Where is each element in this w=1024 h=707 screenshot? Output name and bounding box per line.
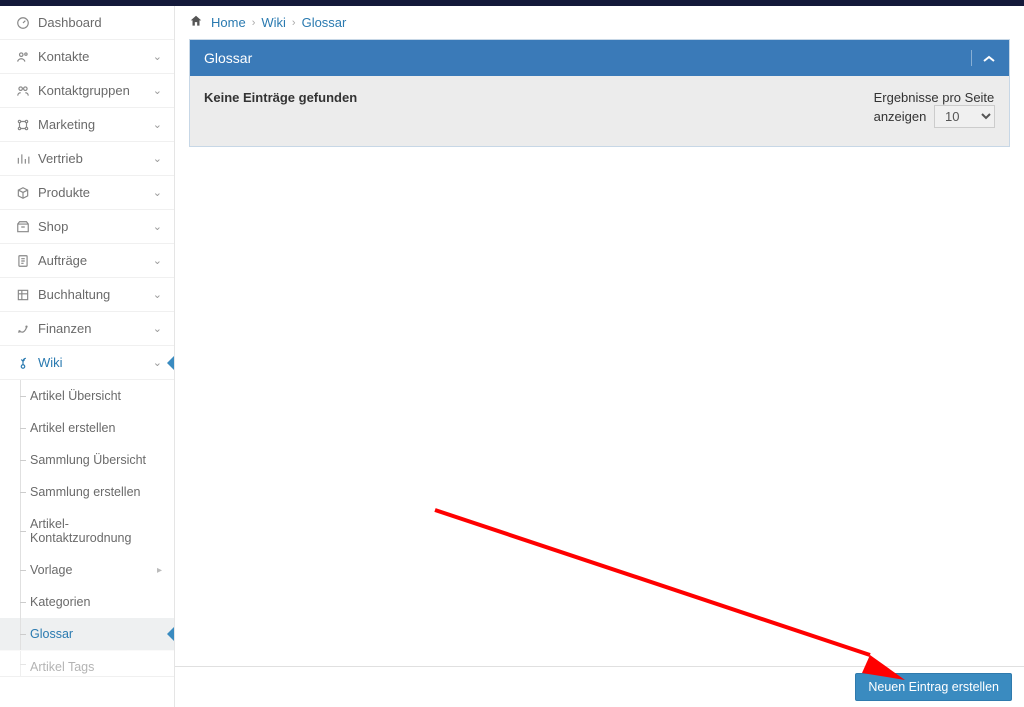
sidebar-label: Marketing xyxy=(38,117,153,132)
shop-icon xyxy=(14,220,32,234)
breadcrumb-separator-icon: › xyxy=(252,17,256,29)
chevron-up-icon xyxy=(983,55,995,63)
breadcrumb-wiki[interactable]: Wiki xyxy=(261,15,286,30)
chevron-down-icon: ⌄ xyxy=(153,84,162,97)
chevron-down-icon: ⌄ xyxy=(153,50,162,63)
breadcrumb-home[interactable]: Home xyxy=(211,15,246,30)
glossar-panel: Glossar Keine Einträge gefunden Ergebnis… xyxy=(189,39,1010,147)
results-per-page-select[interactable]: 10 xyxy=(934,105,995,128)
chevron-down-icon: ⌄ xyxy=(153,254,162,267)
panel-collapse-button[interactable] xyxy=(971,50,995,66)
sidebar-label: Kontaktgruppen xyxy=(38,83,153,98)
sidebar-item-kontakte[interactable]: Kontakte ⌄ xyxy=(0,40,174,74)
sidebar-label: Produkte xyxy=(38,185,153,200)
results-label-line1: Ergebnisse pro Seite xyxy=(874,90,995,105)
subitem-artikel-tags[interactable]: Artikel Tags xyxy=(0,650,174,676)
sidebar-label: Aufträge xyxy=(38,253,153,268)
subitem-label: Artikel Tags xyxy=(30,660,94,674)
subitem-label: Kategorien xyxy=(30,595,90,609)
sidebar-item-buchhaltung[interactable]: Buchhaltung ⌄ xyxy=(0,278,174,312)
subitem-artikel-erstellen[interactable]: Artikel erstellen xyxy=(0,412,174,444)
breadcrumb: Home › Wiki › Glossar xyxy=(175,6,1024,39)
orders-icon xyxy=(14,254,32,268)
subitem-artikel-uebersicht[interactable]: Artikel Übersicht xyxy=(0,380,174,412)
sales-icon xyxy=(14,152,32,166)
accounting-icon xyxy=(14,288,32,302)
sidebar-item-kontaktgruppen[interactable]: Kontaktgruppen ⌄ xyxy=(0,74,174,108)
chevron-down-icon: ⌄ xyxy=(153,118,162,131)
chevron-right-icon: ▸ xyxy=(157,565,162,576)
chevron-down-icon: ⌄ xyxy=(153,322,162,335)
chevron-down-icon: ⌄ xyxy=(153,220,162,233)
results-label-line2: anzeigen xyxy=(874,109,927,124)
subitem-label: Sammlung erstellen xyxy=(30,485,140,499)
subitem-label: Vorlage xyxy=(30,563,72,577)
empty-state-message: Keine Einträge gefunden xyxy=(204,90,874,105)
panel-body: Keine Einträge gefunden Ergebnisse pro S… xyxy=(190,76,1009,146)
sidebar-label: Kontakte xyxy=(38,49,153,64)
chevron-down-icon: ⌄ xyxy=(153,152,162,165)
subitem-artikel-kontaktzuordnung[interactable]: Artikel-Kontaktzurodnung xyxy=(0,508,174,554)
dashboard-icon xyxy=(14,16,32,30)
sidebar-item-dashboard[interactable]: Dashboard xyxy=(0,6,174,40)
marketing-icon xyxy=(14,118,32,132)
sidebar-item-vertrieb[interactable]: Vertrieb ⌄ xyxy=(0,142,174,176)
subitem-glossar[interactable]: Glossar xyxy=(0,618,174,650)
sidebar-label: Wiki xyxy=(38,355,153,370)
home-icon[interactable] xyxy=(189,14,203,31)
wiki-submenu: Artikel Übersicht Artikel erstellen Samm… xyxy=(0,380,174,677)
subitem-label: Artikel-Kontaktzurodnung xyxy=(30,517,162,545)
main-sidebar: Dashboard Kontakte ⌄ Kontaktgruppen ⌄ Ma… xyxy=(0,6,175,707)
panel-title: Glossar xyxy=(204,50,971,66)
chevron-down-icon: ⌄ xyxy=(153,356,162,369)
subitem-label: Sammlung Übersicht xyxy=(30,453,146,467)
subitem-kategorien[interactable]: Kategorien xyxy=(0,586,174,618)
chevron-down-icon: ⌄ xyxy=(153,288,162,301)
contacts-icon xyxy=(14,50,32,64)
products-icon xyxy=(14,186,32,200)
chevron-down-icon: ⌄ xyxy=(153,186,162,199)
subitem-label: Artikel erstellen xyxy=(30,421,115,435)
subitem-vorlage[interactable]: Vorlage ▸ xyxy=(0,554,174,586)
subitem-sammlung-erstellen[interactable]: Sammlung erstellen xyxy=(0,476,174,508)
sidebar-label: Vertrieb xyxy=(38,151,153,166)
sidebar-item-shop[interactable]: Shop ⌄ xyxy=(0,210,174,244)
subitem-label: Artikel Übersicht xyxy=(30,389,121,403)
sidebar-item-marketing[interactable]: Marketing ⌄ xyxy=(0,108,174,142)
sidebar-item-produkte[interactable]: Produkte ⌄ xyxy=(0,176,174,210)
page-footer: Neuen Eintrag erstellen xyxy=(175,666,1024,707)
sidebar-item-auftraege[interactable]: Aufträge ⌄ xyxy=(0,244,174,278)
results-per-page: Ergebnisse pro Seite anzeigen 10 xyxy=(874,90,995,128)
breadcrumb-glossar[interactable]: Glossar xyxy=(302,15,347,30)
sidebar-label: Finanzen xyxy=(38,321,153,336)
create-entry-button[interactable]: Neuen Eintrag erstellen xyxy=(855,673,1012,701)
main-content: Home › Wiki › Glossar Glossar Keine Eint… xyxy=(175,6,1024,707)
panel-header: Glossar xyxy=(190,40,1009,76)
sidebar-item-wiki[interactable]: Wiki ⌄ xyxy=(0,346,174,380)
finance-icon xyxy=(14,322,32,336)
sidebar-label: Shop xyxy=(38,219,153,234)
breadcrumb-separator-icon: › xyxy=(292,17,296,29)
subitem-sammlung-uebersicht[interactable]: Sammlung Übersicht xyxy=(0,444,174,476)
sidebar-label: Dashboard xyxy=(38,15,162,30)
sidebar-label: Buchhaltung xyxy=(38,287,153,302)
subitem-label: Glossar xyxy=(30,627,73,641)
sidebar-item-finanzen[interactable]: Finanzen ⌄ xyxy=(0,312,174,346)
wiki-icon xyxy=(14,356,32,370)
groups-icon xyxy=(14,84,32,98)
